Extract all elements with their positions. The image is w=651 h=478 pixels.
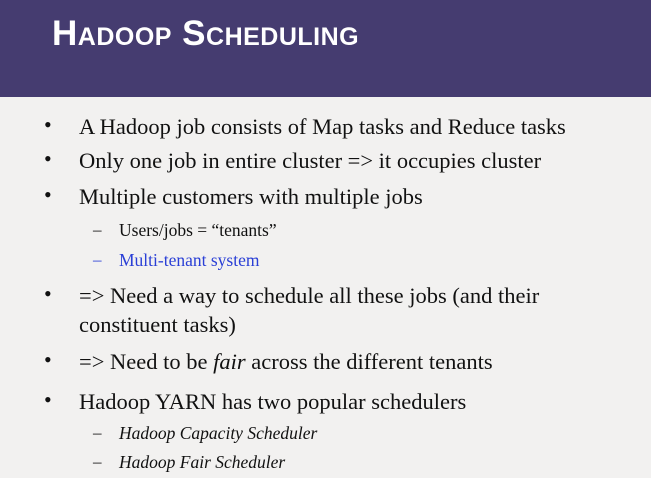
bullet-text-line1: => Need a way to schedule all these jobs… — [79, 283, 540, 308]
bullet-text-line2: constituent tasks) — [79, 312, 236, 337]
dash-icon: – — [93, 220, 102, 239]
sub-bullet-text: Hadoop Capacity Scheduler — [119, 423, 318, 443]
bullet-text: Multiple customers with multiple jobs — [79, 184, 423, 209]
slide-title: Hadoop Scheduling — [52, 14, 360, 53]
text-post: across the different tenants — [245, 349, 493, 374]
bullet-text: Hadoop YARN has two popular schedulers — [79, 389, 467, 414]
bullet-text: A Hadoop job consists of Map tasks and R… — [79, 114, 566, 139]
bullet-icon: • — [44, 347, 52, 372]
sub-bullet-text: Users/jobs = “tenants” — [119, 220, 277, 240]
slide-header: Hadoop Scheduling — [0, 0, 651, 97]
bullet-icon: • — [44, 281, 52, 306]
emphasis-fair: fair — [213, 349, 246, 374]
bullet-icon: • — [44, 146, 52, 171]
sub-bullet-text: Hadoop Fair Scheduler — [119, 452, 286, 472]
dash-icon: – — [93, 452, 102, 471]
bullet-text: Only one job in entire cluster => it occ… — [79, 148, 542, 173]
sub-bullet-text: Multi-tenant system — [119, 250, 260, 270]
dash-icon: – — [93, 250, 102, 269]
bullet-icon: • — [44, 112, 52, 137]
bullet-icon: • — [44, 182, 52, 207]
dash-icon: – — [93, 423, 102, 442]
bullet-icon: • — [44, 387, 52, 412]
text-pre: => Need to be — [79, 349, 214, 374]
bullet-text: => Need to be fair across the different … — [79, 347, 493, 377]
